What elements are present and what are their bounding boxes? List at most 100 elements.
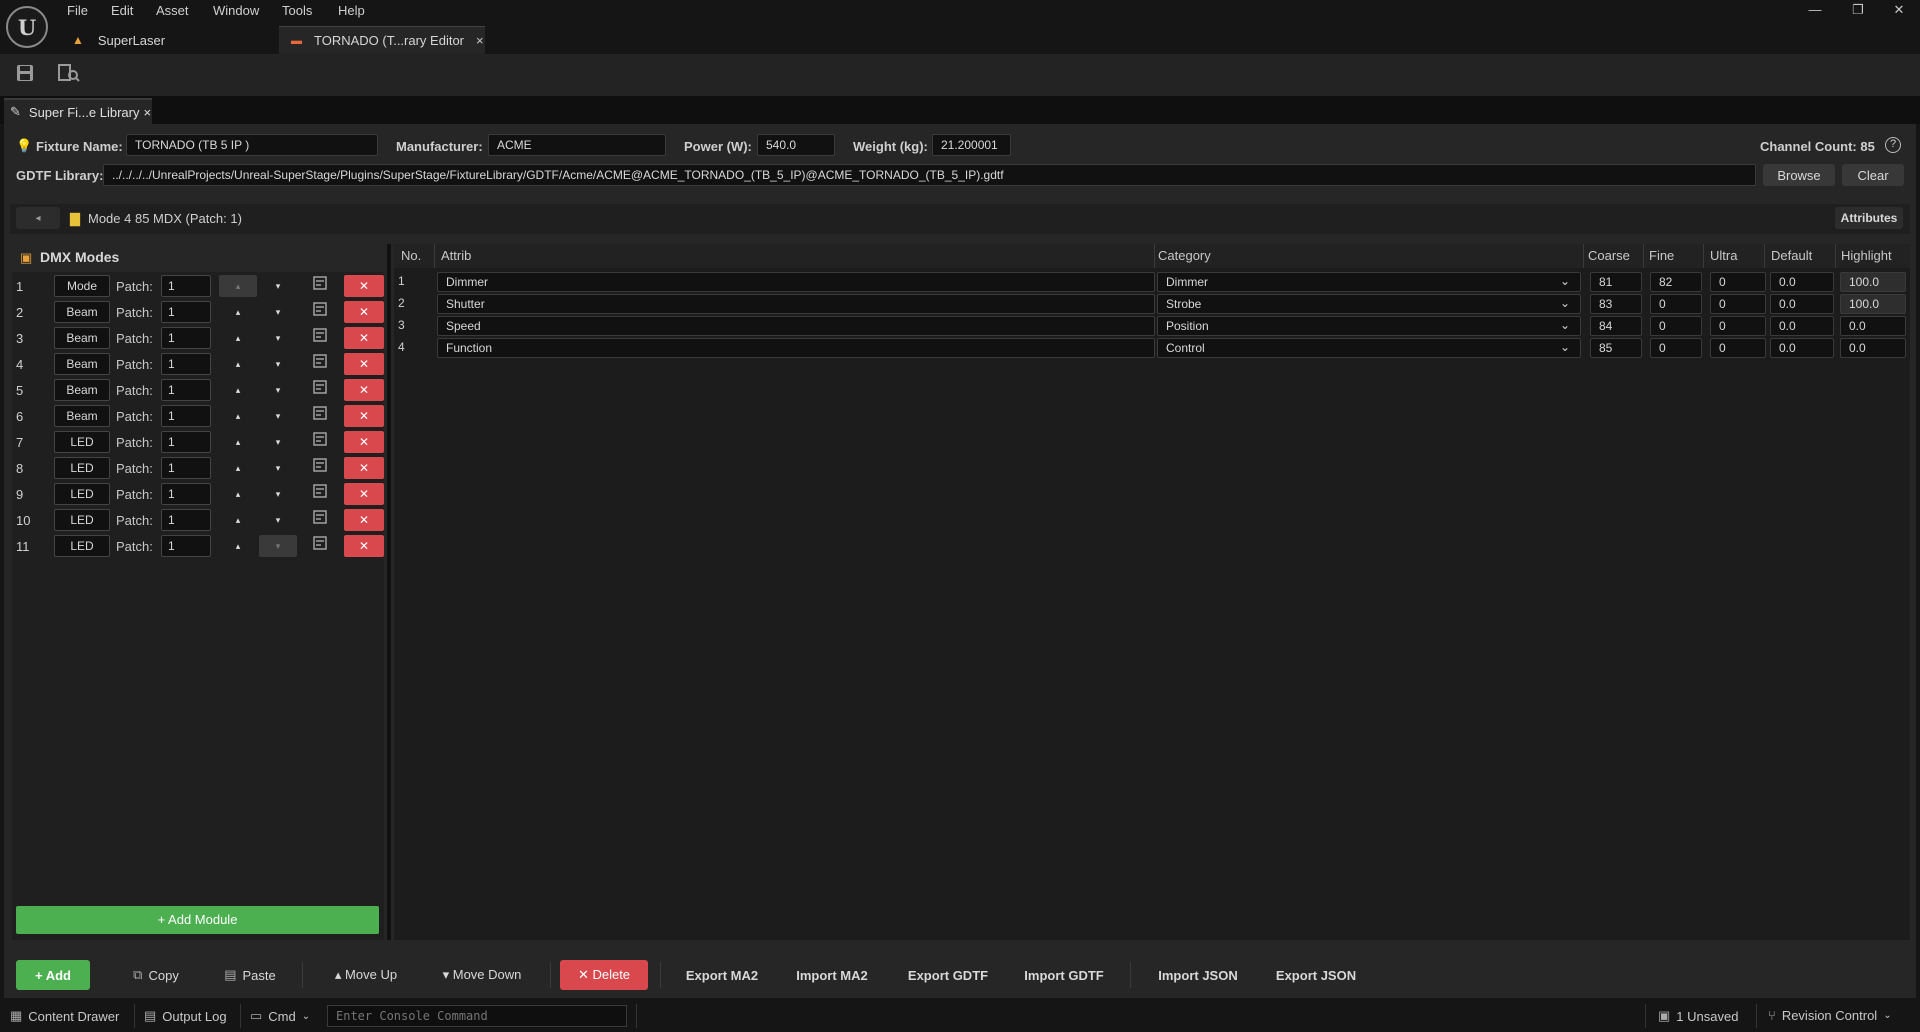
ultra-field[interactable]: 0	[1710, 294, 1766, 314]
attributes-button[interactable]: Attributes	[1835, 207, 1903, 229]
default-field[interactable]: 0.0	[1770, 338, 1834, 358]
save-icon[interactable]	[13, 64, 37, 86]
mode-name-field[interactable]: LED	[54, 431, 110, 453]
move-down-arrow-icon[interactable]: ▾	[259, 431, 297, 453]
edit-mode-icon[interactable]	[311, 432, 329, 452]
patch-field[interactable]: 1	[161, 535, 211, 557]
fine-field[interactable]: 0	[1650, 316, 1702, 336]
attrib-field[interactable]: Speed	[437, 316, 1155, 336]
highlight-field[interactable]: 0.0	[1840, 316, 1906, 336]
attrib-field[interactable]: Function	[437, 338, 1155, 358]
category-dropdown[interactable]: Position ⌄	[1157, 316, 1581, 336]
mode-name-field[interactable]: LED	[54, 509, 110, 531]
minimize-button[interactable]: —	[1802, 2, 1828, 20]
patch-field[interactable]: 1	[161, 327, 211, 349]
mode-name-field[interactable]: LED	[54, 483, 110, 505]
edit-mode-icon[interactable]	[311, 484, 329, 504]
patch-field[interactable]: 1	[161, 301, 211, 323]
delete-mode-button[interactable]: ✕	[344, 405, 384, 427]
mode-name-field[interactable]: LED	[54, 457, 110, 479]
import-ma2-button[interactable]: Import MA2	[786, 960, 878, 990]
clear-button[interactable]: Clear	[1842, 164, 1904, 186]
coarse-field[interactable]: 84	[1590, 316, 1642, 336]
edit-mode-icon[interactable]	[311, 510, 329, 530]
move-down-arrow-icon[interactable]: ▾	[259, 275, 297, 297]
mode-name-field[interactable]: LED	[54, 535, 110, 557]
fine-field[interactable]: 0	[1650, 294, 1702, 314]
menu-help[interactable]: Help	[338, 3, 365, 18]
category-dropdown[interactable]: Strobe ⌄	[1157, 294, 1581, 314]
weight-field[interactable]: 21.200001	[932, 134, 1011, 156]
patch-field[interactable]: 1	[161, 353, 211, 375]
move-down-arrow-icon[interactable]: ▾	[259, 535, 297, 557]
move-down-button[interactable]: ▾ Move Down	[432, 960, 532, 990]
delete-button[interactable]: ✕ Delete	[560, 960, 648, 990]
export-ma2-button[interactable]: Export MA2	[676, 960, 768, 990]
move-down-arrow-icon[interactable]: ▾	[259, 353, 297, 375]
delete-mode-button[interactable]: ✕	[344, 431, 384, 453]
coarse-field[interactable]: 83	[1590, 294, 1642, 314]
close-doc-tab-icon[interactable]: ×	[143, 105, 151, 120]
delete-mode-button[interactable]: ✕	[344, 301, 384, 323]
patch-field[interactable]: 1	[161, 483, 211, 505]
highlight-field[interactable]: 100.0	[1840, 272, 1906, 292]
mode-name-field[interactable]: Beam	[54, 379, 110, 401]
paste-button[interactable]: ▤ Paste	[216, 960, 284, 990]
patch-field[interactable]: 1	[161, 405, 211, 427]
patch-field[interactable]: 1	[161, 431, 211, 453]
highlight-field[interactable]: 0.0	[1840, 338, 1906, 358]
browse-button[interactable]: Browse	[1763, 164, 1835, 186]
move-up-arrow-icon[interactable]: ▴	[219, 353, 257, 375]
coarse-field[interactable]: 85	[1590, 338, 1642, 358]
patch-field[interactable]: 1	[161, 379, 211, 401]
mode-name-field[interactable]: Mode	[54, 275, 110, 297]
console-command-input[interactable]	[327, 1005, 627, 1027]
ultra-field[interactable]: 0	[1710, 316, 1766, 336]
move-up-arrow-icon[interactable]: ▴	[219, 301, 257, 323]
fixture-name-field[interactable]: TORNADO (TB 5 IP )	[126, 134, 378, 156]
coarse-field[interactable]: 81	[1590, 272, 1642, 292]
move-down-arrow-icon[interactable]: ▾	[259, 301, 297, 323]
move-up-arrow-icon[interactable]: ▴	[219, 327, 257, 349]
add-module-button[interactable]: + Add Module	[16, 906, 379, 934]
copy-button[interactable]: ⧉ Copy	[124, 960, 188, 990]
move-down-arrow-icon[interactable]: ▾	[259, 327, 297, 349]
mode-name-field[interactable]: Beam	[54, 327, 110, 349]
menu-edit[interactable]: Edit	[111, 3, 133, 18]
edit-mode-icon[interactable]	[311, 354, 329, 374]
move-up-button[interactable]: ▴ Move Up	[324, 960, 408, 990]
delete-mode-button[interactable]: ✕	[344, 353, 384, 375]
move-up-arrow-icon[interactable]: ▴	[219, 509, 257, 531]
move-up-arrow-icon[interactable]: ▴	[219, 379, 257, 401]
mode-name-field[interactable]: Beam	[54, 405, 110, 427]
patch-field[interactable]: 1	[161, 275, 211, 297]
power-field[interactable]: 540.0	[757, 134, 835, 156]
delete-mode-button[interactable]: ✕	[344, 483, 384, 505]
output-log-button[interactable]: ▤ Output Log	[144, 1008, 227, 1024]
unreal-logo-icon[interactable]: U	[6, 6, 48, 48]
ultra-field[interactable]: 0	[1710, 272, 1766, 292]
patch-field[interactable]: 1	[161, 509, 211, 531]
edit-mode-icon[interactable]	[311, 302, 329, 322]
restore-button[interactable]: ❐	[1845, 2, 1871, 20]
tab-superlaser[interactable]: ▲ SuperLaser	[60, 26, 275, 54]
delete-mode-button[interactable]: ✕	[344, 327, 384, 349]
ultra-field[interactable]: 0	[1710, 338, 1766, 358]
cmd-dropdown[interactable]: ▭ Cmd ⌄	[250, 1008, 310, 1024]
move-up-arrow-icon[interactable]: ▴	[219, 457, 257, 479]
add-button[interactable]: + Add	[16, 960, 90, 990]
mode-name-field[interactable]: Beam	[54, 353, 110, 375]
move-up-arrow-icon[interactable]: ▴	[219, 275, 257, 297]
move-up-arrow-icon[interactable]: ▴	[219, 535, 257, 557]
panel-splitter[interactable]	[387, 244, 391, 940]
tab-super-fixture-library[interactable]: ✎ Super Fi...e Library ×	[4, 98, 152, 124]
manufacturer-field[interactable]: ACME	[488, 134, 666, 156]
mode-name-field[interactable]: Beam	[54, 301, 110, 323]
move-up-arrow-icon[interactable]: ▴	[219, 405, 257, 427]
delete-mode-button[interactable]: ✕	[344, 535, 384, 557]
tab-tornado-editor[interactable]: ▬ TORNADO (T...rary Editor ×	[279, 26, 485, 54]
delete-mode-button[interactable]: ✕	[344, 509, 384, 531]
attrib-field[interactable]: Shutter	[437, 294, 1155, 314]
content-drawer-button[interactable]: ▦ Content Drawer	[10, 1008, 119, 1024]
patch-field[interactable]: 1	[161, 457, 211, 479]
